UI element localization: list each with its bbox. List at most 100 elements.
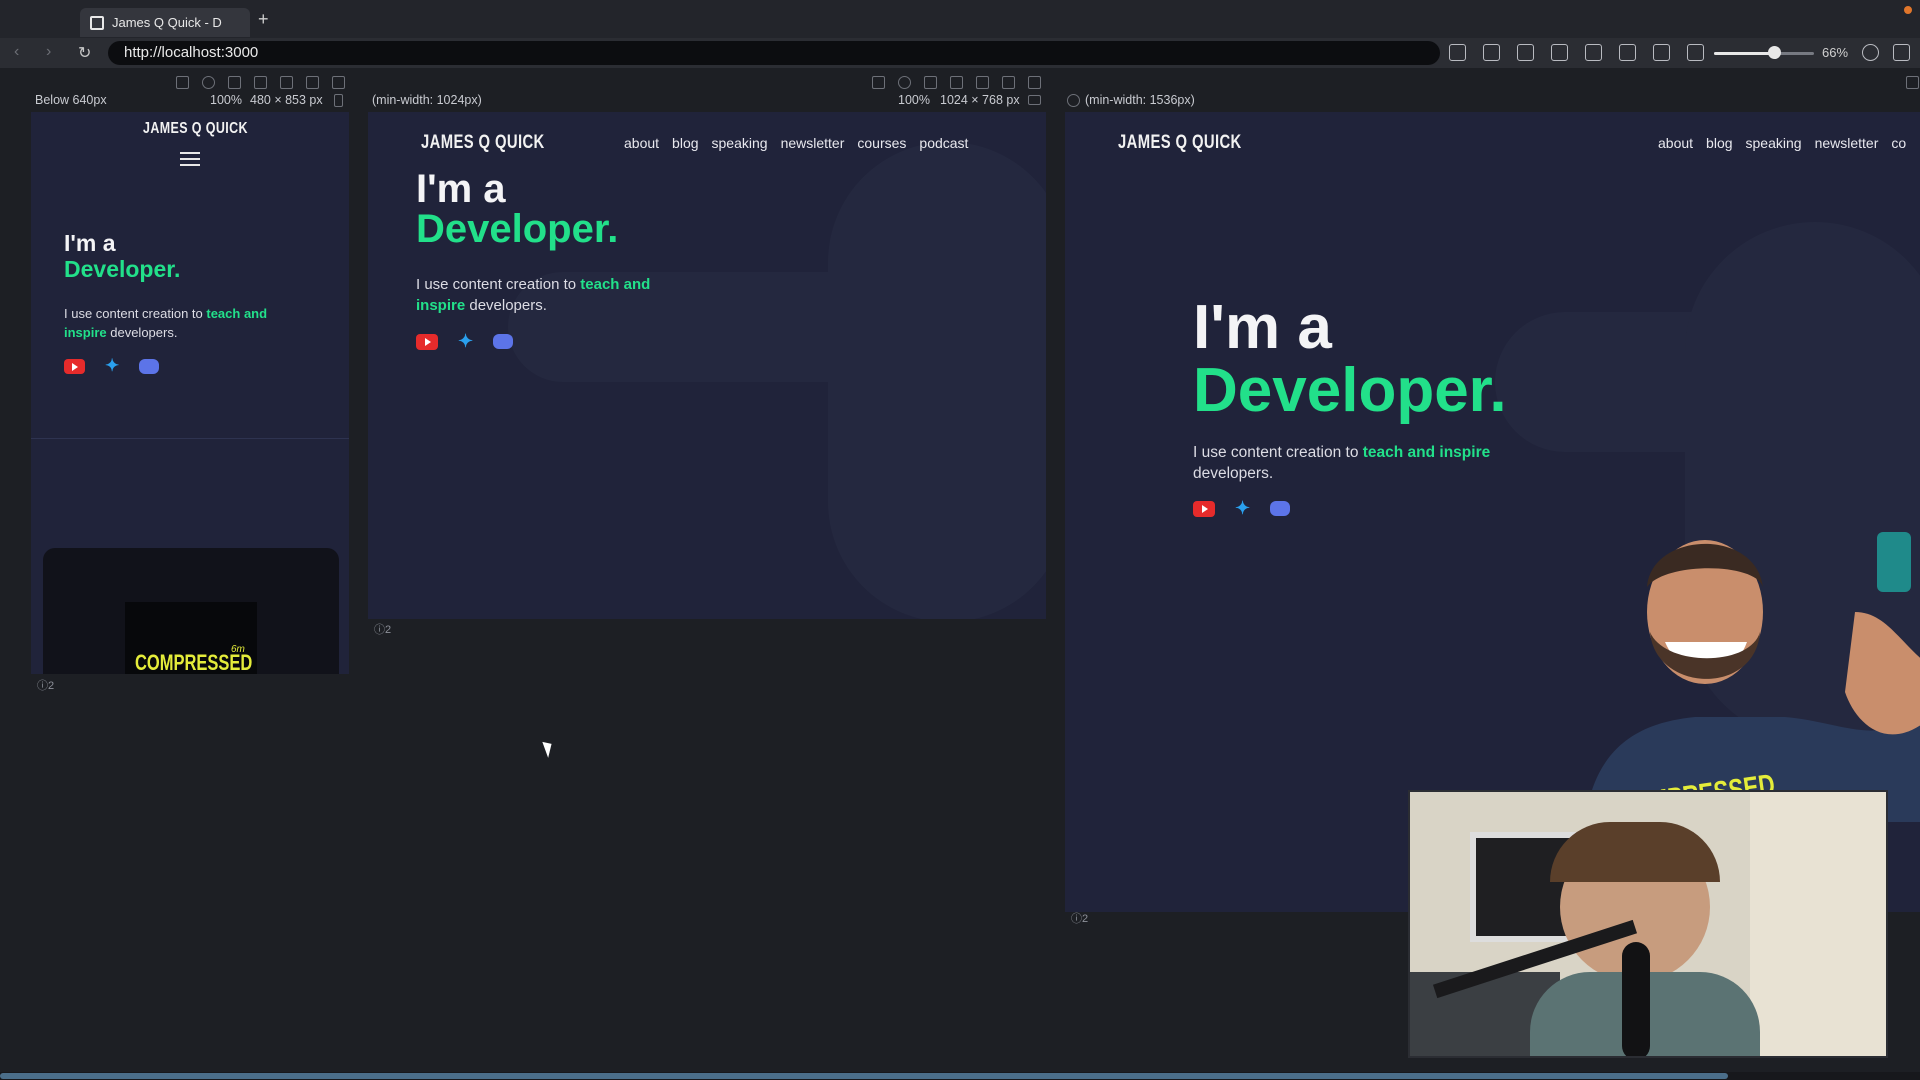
sort-icon[interactable] [1517,44,1534,61]
site-logo[interactable]: JAMES Q QUICK [1118,132,1242,154]
nav-link-blog[interactable]: blog [672,135,698,151]
main-nav: about blog speaking newsletter co [1658,135,1906,151]
rotate-icon[interactable] [872,76,885,89]
target-icon[interactable] [202,76,215,89]
viewport-large-label: (min-width: 1536px) [1085,93,1195,107]
url-input[interactable]: http://localhost:3000 [108,41,1440,65]
link-icon[interactable] [1067,94,1080,107]
hero-description: I use content creation to teach and inspi… [416,276,651,314]
hero-heading-line1: I'm a [64,230,116,256]
image-icon[interactable] [254,76,267,89]
viewport-medium-badge: ⓘ2 [374,624,392,636]
settings-icon[interactable] [1893,44,1910,61]
viewport-medium-label: (min-width: 1024px) [372,93,482,107]
viewport-small-frame: JAMES Q QUICK I'm a Developer. I use con… [31,112,349,674]
nav-link-newsletter[interactable]: newsletter [1815,135,1879,151]
nav-link-blog[interactable]: blog [1706,135,1732,151]
background-shape [828,142,1046,619]
site-favicon-icon [90,15,104,30]
twitter-icon[interactable]: ✦ [105,356,119,376]
camera-icon[interactable] [924,76,937,89]
device-portrait-icon[interactable] [334,94,343,107]
social-links: ✦ [64,356,160,376]
site-logo[interactable]: JAMES Q QUICK [421,132,545,154]
camera-icon[interactable] [228,76,241,89]
card-image: COMPRESSED 6m [125,602,257,674]
horizontal-scrollbar[interactable] [0,1072,1920,1080]
discord-icon[interactable] [1270,501,1291,516]
main-nav: about blog speaking newsletter courses p… [624,135,968,151]
social-links: ✦ [1193,498,1291,519]
youtube-icon[interactable] [416,333,438,350]
viewport-medium-scale: 100% [898,93,930,107]
layout-icon[interactable] [1449,44,1466,61]
mouse-cursor [542,739,556,758]
forward-icon[interactable]: › [46,43,51,61]
sliders-icon[interactable] [306,76,319,89]
browser-tab[interactable]: James Q Quick - D [80,8,250,37]
rotate-icon[interactable] [176,76,189,89]
youtube-icon[interactable] [64,358,85,374]
scrollbar-thumb[interactable] [0,1073,1728,1079]
nav-link-podcast[interactable]: podcast [919,135,968,151]
rotate-icon[interactable] [1906,76,1919,89]
social-links: ✦ [416,331,514,352]
section-divider [31,438,349,439]
discord-icon[interactable] [493,334,514,349]
target-icon[interactable] [898,76,911,89]
inspect-icon[interactable] [1619,44,1636,61]
pen-icon[interactable] [1483,44,1500,61]
card-superscript: 6m [231,644,245,655]
zoom-slider[interactable] [1714,52,1814,55]
youtube-icon[interactable] [1193,500,1215,517]
zoom-slider-handle[interactable] [1768,46,1781,59]
sidebar-icon[interactable] [1687,44,1704,61]
nav-link-speaking[interactable]: speaking [1746,135,1802,151]
window-status-dot [1904,6,1912,14]
twitter-icon[interactable]: ✦ [458,331,473,352]
sliders-icon[interactable] [1002,76,1015,89]
viewport-small-scale: 100% [210,93,242,107]
back-icon[interactable]: ‹ [14,43,19,61]
new-tab-button[interactable]: + [258,9,269,30]
nav-link-courses-partial[interactable]: co [1891,135,1906,151]
viewport-medium-size: 1024 × 768 px [940,93,1020,107]
code-icon[interactable] [1028,76,1041,89]
hamburger-icon[interactable] [180,152,200,170]
hero-heading-line2: Developer. [1193,356,1507,425]
tab-bar: James Q Quick - D + [0,0,1920,38]
extensions-icon[interactable] [1862,44,1879,61]
featured-card[interactable]: COMPRESSED 6m [43,548,339,674]
code-icon[interactable] [332,76,345,89]
nav-link-about[interactable]: about [624,135,659,151]
nav-link-courses[interactable]: courses [857,135,906,151]
hero-description: I use content creation to teach and insp… [1193,444,1491,482]
hero-heading-line2: Developer. [64,256,181,282]
tools-icon[interactable] [976,76,989,89]
tools-icon[interactable] [280,76,293,89]
zoom-value: 66% [1822,45,1849,60]
viewport-small-badge: ⓘ2 [37,680,55,692]
hero-description: I use content creation to teach and inspi… [64,306,268,340]
webcam-overlay [1408,790,1888,1058]
discord-icon[interactable] [139,358,160,374]
reload-icon[interactable]: ↻ [78,43,91,63]
viewport-small-label: Below 640px [35,93,107,107]
camera-icon[interactable] [1585,44,1602,61]
nav-link-newsletter[interactable]: newsletter [781,135,845,151]
nav-link-speaking[interactable]: speaking [712,135,768,151]
devices-icon[interactable] [1551,44,1568,61]
code-icon[interactable] [1653,44,1670,61]
site-logo[interactable]: JAMES Q QUICK [143,120,248,138]
viewport-large-badge: ⓘ2 [1071,913,1089,925]
viewport-small-size: 480 × 853 px [250,93,323,107]
twitter-icon[interactable]: ✦ [1235,498,1250,519]
hero-heading-line1: I'm a [1193,293,1332,362]
address-toolbar: ‹ › ↻ http://localhost:3000 66% [0,38,1920,68]
image-icon[interactable] [950,76,963,89]
hero-heading-line1: I'm a [416,167,506,211]
hero-portrait: COMPRESSED [1555,492,1920,823]
device-landscape-icon[interactable] [1028,95,1041,105]
nav-link-about[interactable]: about [1658,135,1693,151]
hero-heading-line2: Developer. [416,207,619,251]
